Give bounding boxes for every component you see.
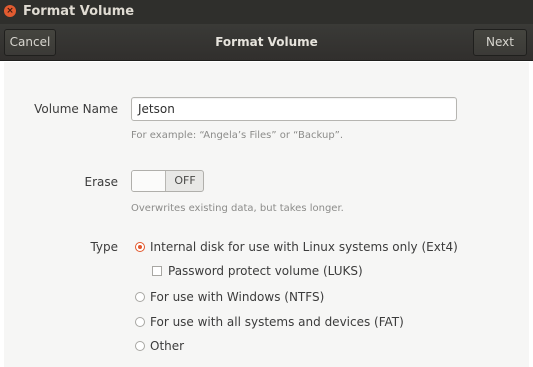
type-label: Type xyxy=(90,240,118,254)
volume-name-hint: For example: “Angela’s Files” or “Backup… xyxy=(131,130,344,141)
type-option-ntfs[interactable]: For use with Windows (NTFS) xyxy=(135,289,324,305)
header-title: Format Volume xyxy=(215,35,318,49)
type-option-other[interactable]: Other xyxy=(135,338,184,354)
radio-icon xyxy=(135,292,145,302)
window-title: Format Volume xyxy=(23,4,135,19)
type-option-fat-label: For use with all systems and devices (FA… xyxy=(150,315,404,329)
radio-selected-icon xyxy=(135,242,145,252)
radio-icon xyxy=(135,317,145,327)
volume-name-input[interactable]: Jetson xyxy=(131,97,457,121)
next-button[interactable]: Next xyxy=(473,29,527,56)
checkbox-icon xyxy=(152,266,162,276)
toggle-knob xyxy=(132,171,166,191)
type-option-fat[interactable]: For use with all systems and devices (FA… xyxy=(135,314,404,330)
type-option-other-label: Other xyxy=(150,339,185,353)
erase-label: Erase xyxy=(84,175,118,189)
window-titlebar: × Format Volume xyxy=(0,0,533,24)
volume-name-label: Volume Name xyxy=(34,102,118,116)
type-option-ntfs-label: For use with Windows (NTFS) xyxy=(150,290,325,304)
erase-hint: Overwrites existing data, but takes long… xyxy=(131,203,344,214)
password-protect-checkbox[interactable]: Password protect volume (LUKS) xyxy=(152,263,363,279)
close-icon[interactable]: × xyxy=(4,5,16,17)
radio-icon xyxy=(135,341,145,351)
header-bar: Cancel Format Volume Next xyxy=(0,24,533,61)
erase-toggle[interactable]: OFF xyxy=(131,170,204,192)
type-option-ext4[interactable]: Internal disk for use with Linux systems… xyxy=(135,239,458,255)
password-protect-label: Password protect volume (LUKS) xyxy=(168,264,363,278)
toggle-state: OFF xyxy=(174,174,196,187)
type-option-ext4-label: Internal disk for use with Linux systems… xyxy=(150,240,458,254)
